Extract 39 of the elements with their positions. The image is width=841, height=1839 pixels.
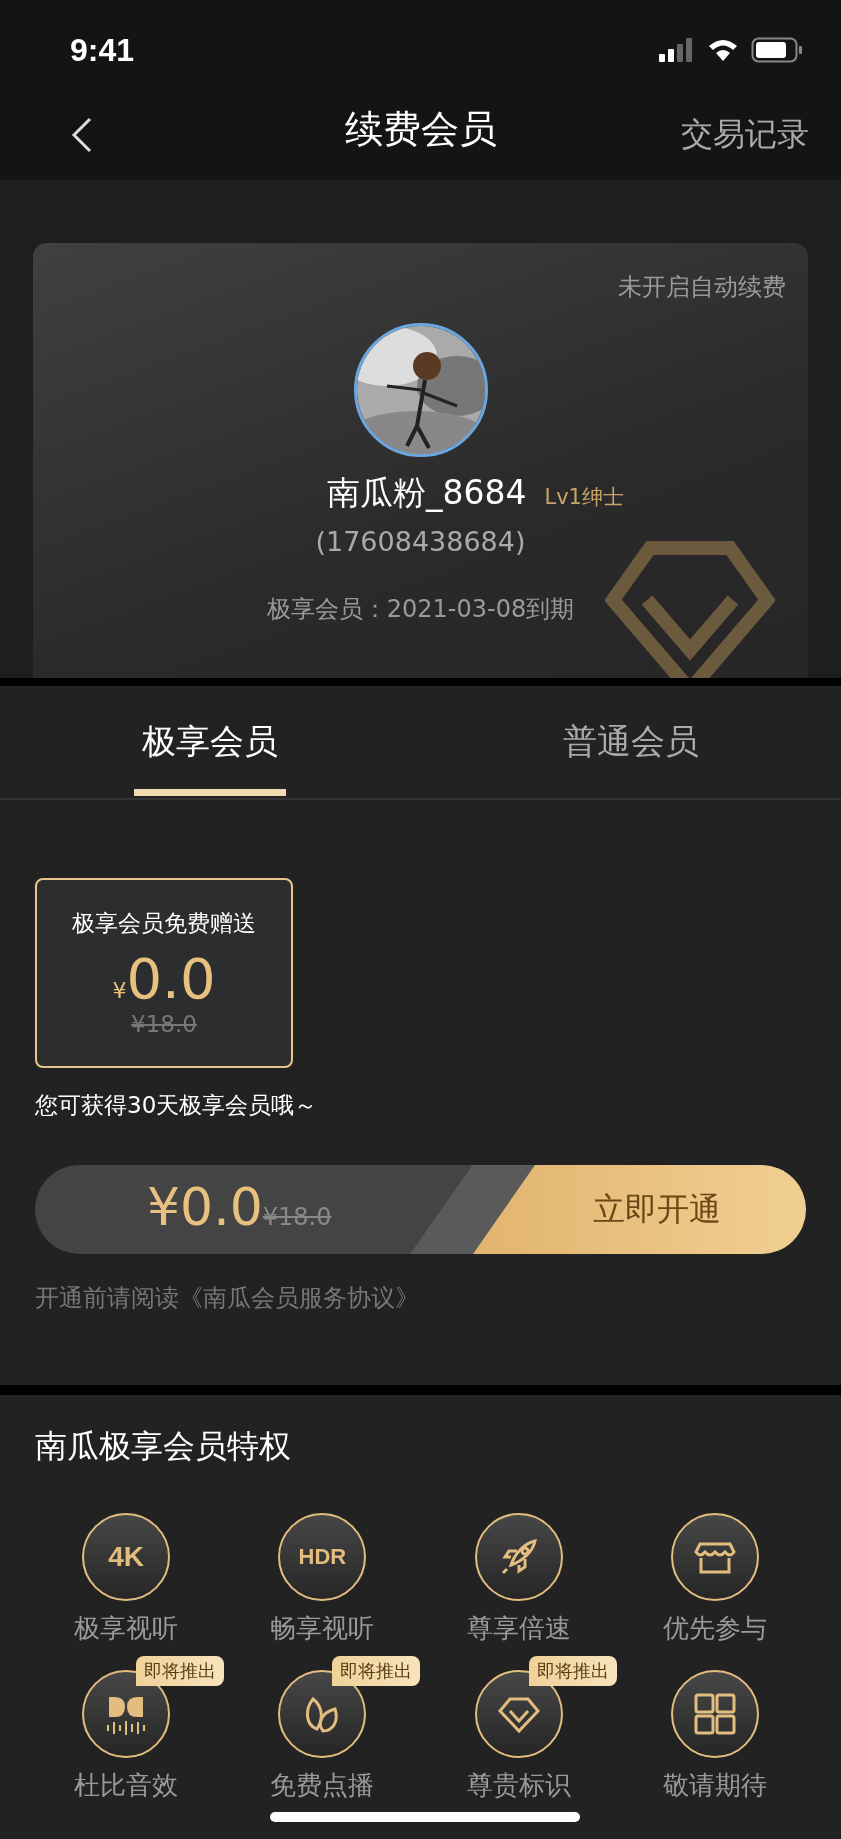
level-label: Lv1绅士 — [544, 484, 624, 511]
plan-title: 极享会员免费赠送 — [72, 909, 256, 938]
icon-label: HDR — [298, 1544, 347, 1570]
coming-soon-badge: 即将推出 — [332, 1656, 421, 1686]
original-price: ¥18.0 — [131, 1011, 197, 1037]
page-title: 续费会员 — [344, 107, 497, 151]
privilege-label: 极享视听 — [74, 1612, 179, 1645]
battery-icon — [751, 37, 803, 63]
signal-icon — [659, 38, 695, 62]
activate-button[interactable]: 立即开通 — [473, 1165, 806, 1254]
privilege-label: 尊享倍速 — [466, 1612, 571, 1645]
transaction-history-button[interactable]: 交易记录 — [681, 113, 809, 157]
diamond-icon — [605, 540, 775, 678]
wifi-icon — [707, 38, 739, 62]
tab[interactable]: 极享会员 — [0, 686, 420, 798]
plan-price: ¥0.0 — [112, 951, 216, 1007]
privilege-icon[interactable]: 4K — [82, 1513, 171, 1601]
user-name: 南瓜粉_8684 — [327, 472, 527, 514]
expiry-date: 极享会员：2021-03-08到期 — [266, 594, 575, 625]
icon-label: 4K — [108, 1541, 144, 1573]
privilege-label: 免费点播 — [270, 1769, 375, 1802]
privilege-icon[interactable]: HDR — [278, 1513, 367, 1601]
privilege-label: 畅享视听 — [270, 1612, 375, 1645]
privilege-label: 杜比音效 — [74, 1769, 179, 1802]
agreement-link[interactable]: 开通前请阅读《南瓜会员服务协议》 — [35, 1282, 806, 1314]
phone-number: (17608438684) — [315, 526, 526, 557]
auto-renew-status: 未开启自动续费 — [618, 272, 786, 303]
plan-card[interactable]: 极享会员免费赠送 ¥0.0 ¥18.0 — [35, 878, 293, 1068]
privilege-label: 优先参与 — [662, 1612, 767, 1645]
coming-soon-badge: 即将推出 — [528, 1656, 617, 1686]
original-price: ¥18.0 — [262, 1203, 332, 1231]
total-price: ¥0.0 — [147, 1177, 263, 1237]
plan-note: 您可获得30天极享会员哦～ — [35, 1091, 319, 1120]
section-title: 南瓜极享会员特权 — [35, 1426, 292, 1467]
privilege-label: 敬请期待 — [662, 1769, 767, 1802]
privilege-label: 尊贵标识 — [466, 1769, 571, 1802]
coming-soon-badge: 即将推出 — [136, 1656, 224, 1686]
status-time: 9:41 — [70, 31, 135, 69]
tab[interactable]: 普通会员 — [420, 686, 841, 798]
